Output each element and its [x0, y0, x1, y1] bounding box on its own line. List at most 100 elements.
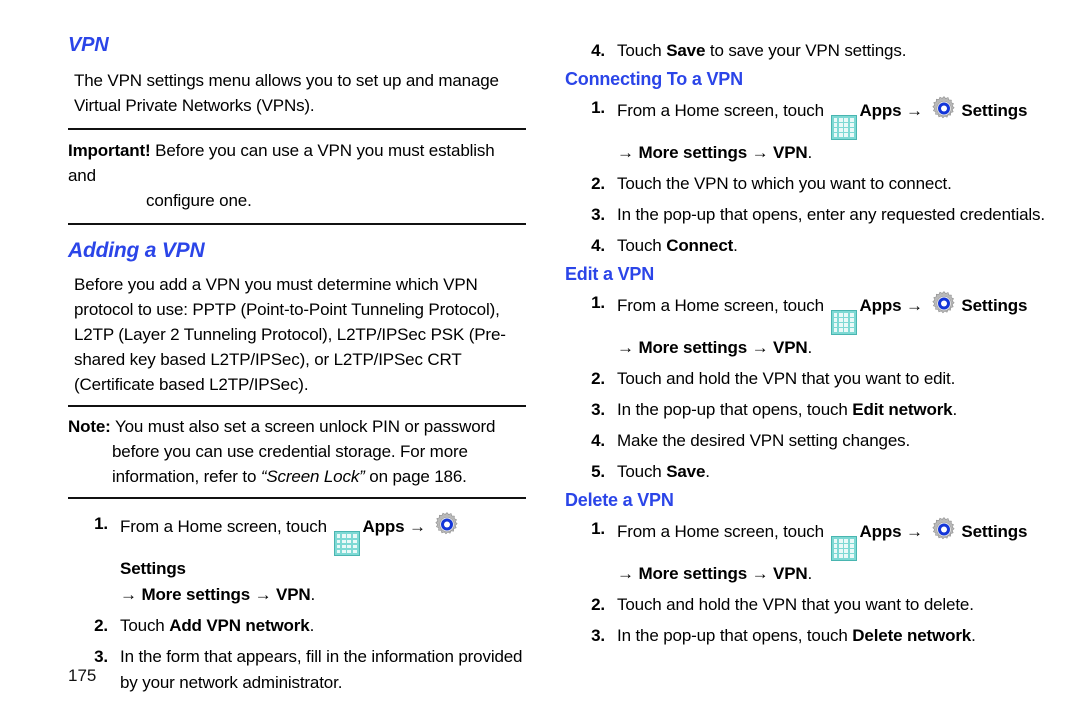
step-path-line: → More settings → VPN. [120, 582, 526, 608]
step-text-bold: Edit network [852, 399, 953, 419]
path-vpn: VPN [773, 563, 808, 583]
important-callout: Important! Before you can use a VPN you … [68, 138, 526, 213]
step-text-pre: In the form that appears, fill in the in… [120, 647, 523, 693]
page-title: VPN [68, 34, 109, 56]
arrow-icon: → [747, 337, 774, 357]
step-text-pre: Touch [617, 41, 667, 60]
step-text-bold: Connect [666, 235, 734, 255]
divider-top-note [68, 405, 526, 408]
step-text-bold: Delete network [852, 625, 972, 645]
apps-label: Apps [859, 521, 902, 541]
list-item: 3. In the pop-up that opens, touch Delet… [565, 623, 1045, 649]
step-number: 2. [591, 594, 605, 614]
left-column: VPN The VPN settings menu allows you to … [68, 34, 526, 701]
list-item: 3. In the pop-up that opens, enter any r… [565, 202, 1045, 228]
list-item: 1. From a Home screen, touch Apps → Sett… [565, 290, 1045, 361]
settings-label: Settings [961, 521, 1028, 541]
path-period: . [807, 563, 813, 583]
list-item: 3. In the pop-up that opens, touch Edit … [565, 397, 1045, 423]
list-item: 4. Make the desired VPN setting changes. [565, 428, 1045, 454]
note-line3: information, refer to “Screen Lock” on p… [68, 464, 526, 489]
step-text-post: . [952, 399, 958, 419]
apps-grid-icon [830, 114, 857, 140]
step-number: 2. [94, 616, 108, 636]
list-item: 4. Touch Save to save your VPN settings. [565, 38, 1045, 64]
right-column: 4. Touch Save to save your VPN settings.… [565, 38, 1045, 654]
path-vpn: VPN [773, 142, 808, 162]
section-adding-a-vpn: Adding a VPN [68, 239, 205, 262]
divider-bottom-note [68, 497, 526, 500]
settings-gear-icon [433, 511, 461, 538]
step-text-pre: Touch [617, 461, 667, 481]
step-number: 4. [591, 235, 605, 255]
adding-intro-paragraph: Before you add a VPN you must determine … [74, 275, 506, 395]
arrow-icon: → [250, 585, 277, 605]
path-period: . [807, 337, 813, 357]
step-number: 3. [591, 399, 605, 419]
intro-paragraph: The VPN settings menu allows you to set … [74, 71, 499, 115]
step-number: 2. [591, 368, 605, 388]
settings-label: Settings [961, 100, 1028, 120]
path-more-settings: More settings [141, 585, 251, 605]
step-text-post: . [971, 625, 976, 645]
path-period: . [310, 585, 316, 605]
step-number: 5. [591, 461, 605, 481]
step-text-post: . [309, 616, 315, 636]
step-number: 1. [591, 518, 605, 538]
step-number: 1. [591, 97, 605, 117]
edit-steps-list: 1. From a Home screen, touch Apps → Sett… [565, 290, 1045, 485]
settings-gear-icon [930, 290, 958, 317]
settings-label: Settings [120, 559, 186, 579]
step-text-pre: In the pop-up that opens, enter any requ… [617, 204, 1045, 224]
note-line1: You must also set a screen unlock PIN or… [114, 417, 496, 437]
apps-label: Apps [362, 517, 405, 537]
arrow-icon: → [747, 142, 774, 162]
step-text-pre: In the pop-up that opens, touch [617, 625, 853, 645]
step-text-pre: In the pop-up that opens, touch [617, 399, 853, 419]
adding-steps-list: 1. From a Home screen, touch Apps → Sett… [68, 511, 526, 696]
step-text-post: . [733, 235, 738, 255]
arrow-icon: → [617, 142, 639, 162]
save-step-list: 4. Touch Save to save your VPN settings. [565, 38, 1045, 64]
path-period: . [807, 142, 813, 162]
step-path-line: → More settings → VPN. [617, 335, 1045, 361]
arrow-icon: → [747, 563, 774, 583]
step-number: 1. [591, 292, 605, 312]
step-number: 4. [591, 41, 605, 60]
important-label: Important! [68, 141, 151, 160]
arrow-icon: → [901, 100, 928, 120]
section-edit-a-vpn: Edit a VPN [565, 263, 655, 284]
settings-gear-icon [930, 95, 958, 122]
step-text-pre: Touch and hold the VPN that you want to … [617, 368, 956, 388]
apps-label: Apps [859, 100, 902, 120]
list-item: 1. From a Home screen, touch Apps → Sett… [68, 511, 526, 608]
note-line2: before you can use credential storage. F… [112, 442, 468, 462]
important-line2: configure one. [146, 191, 252, 210]
list-item: 1. From a Home screen, touch Apps → Sett… [565, 95, 1045, 166]
path-more-settings: More settings [638, 563, 748, 583]
arrow-icon: → [120, 585, 142, 605]
list-item: 4. Touch Connect. [565, 233, 1045, 259]
step-text-pre: Touch [617, 235, 667, 255]
step-number: 2. [591, 173, 605, 193]
step-text-pre: Touch and hold the VPN that you want to … [617, 594, 974, 614]
step-path-line: → More settings → VPN. [617, 140, 1045, 166]
connecting-steps-list: 1. From a Home screen, touch Apps → Sett… [565, 95, 1045, 259]
step-text-bold: Add VPN network [169, 616, 310, 636]
step-path-line: → More settings → VPN. [617, 561, 1045, 587]
step-number: 3. [591, 625, 605, 645]
page-number: 175 [68, 666, 97, 685]
section-connecting-to-a-vpn: Connecting To a VPN [565, 69, 743, 89]
arrow-icon: → [617, 563, 639, 583]
path-vpn: VPN [276, 585, 311, 605]
manual-page: VPN The VPN settings menu allows you to … [0, 0, 1080, 720]
note-line3-reference: “Screen Lock” [260, 467, 365, 487]
path-vpn: VPN [773, 337, 808, 357]
arrow-icon: → [404, 517, 431, 537]
apps-grid-icon [830, 535, 857, 561]
path-more-settings: More settings [638, 337, 748, 357]
list-item: 2. Touch and hold the VPN that you want … [565, 366, 1045, 392]
divider-bottom-important [68, 223, 526, 225]
list-item: 2. Touch the VPN to which you want to co… [565, 171, 1045, 197]
step-number: 4. [591, 430, 605, 450]
